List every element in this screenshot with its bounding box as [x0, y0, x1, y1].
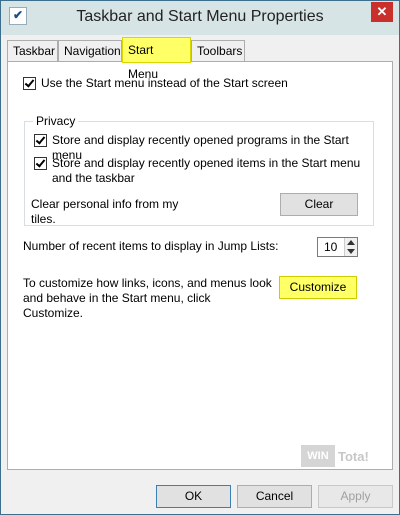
wintotal-logo-text: Tota!: [338, 449, 369, 464]
spin-up-icon[interactable]: [347, 240, 355, 245]
privacy-legend: Privacy: [33, 114, 79, 128]
tab-navigation[interactable]: Navigation: [58, 40, 122, 61]
tab-taskbar[interactable]: Taskbar: [7, 40, 58, 61]
tab-start-menu[interactable]: Start Menu: [122, 37, 191, 81]
jump-lists-label: Number of recent items to display in Jum…: [23, 239, 279, 253]
checkbox-box[interactable]: [34, 134, 47, 147]
window-title: Taskbar and Start Menu Properties: [76, 8, 324, 25]
clear-button[interactable]: Clear: [280, 193, 358, 216]
checkbox-box[interactable]: [23, 77, 36, 90]
properties-window: ✔ Taskbar and Start Menu Properties ✕ Ta…: [0, 0, 400, 515]
clear-info-text: Clear personal info from my tiles.: [31, 197, 179, 226]
spin-arrows[interactable]: [344, 238, 357, 256]
wintotal-logo: WIN Tota!: [301, 445, 381, 469]
privacy-group: Privacy Store and display recently opene…: [24, 114, 374, 226]
checkbox-box[interactable]: [34, 157, 47, 170]
spin-down-icon[interactable]: [347, 249, 355, 254]
cancel-button[interactable]: Cancel: [237, 485, 312, 508]
apply-button[interactable]: Apply: [318, 485, 393, 508]
customize-button[interactable]: Customize: [279, 276, 357, 299]
ok-button[interactable]: OK: [156, 485, 231, 508]
store-items-checkbox[interactable]: Store and display recently opened items …: [34, 156, 364, 186]
customize-text: To customize how links, icons, and menus…: [23, 276, 272, 320]
start-menu-panel: Use the Start menu instead of the Start …: [7, 61, 393, 470]
store-items-label: Store and display recently opened items …: [52, 156, 361, 185]
wintotal-logo-box: WIN: [301, 445, 335, 467]
jump-lists-value[interactable]: 10: [324, 240, 337, 254]
jump-lists-stepper[interactable]: 10: [317, 237, 358, 257]
use-start-menu-label: Use the Start menu instead of the Start …: [41, 76, 288, 90]
tab-toolbars[interactable]: Toolbars: [191, 40, 245, 61]
title-bar[interactable]: ✔ Taskbar and Start Menu Properties ✕: [1, 1, 399, 35]
close-button[interactable]: ✕: [371, 2, 393, 22]
